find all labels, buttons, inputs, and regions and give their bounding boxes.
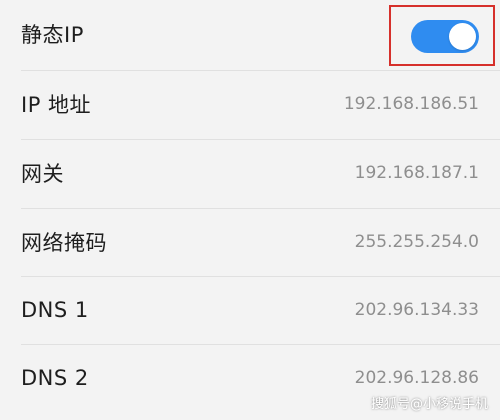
- ip-address-label: IP 地址: [21, 93, 92, 117]
- netmask-value[interactable]: 255.255.254.0: [355, 232, 479, 252]
- dns1-label: DNS 1: [21, 298, 89, 322]
- dns2-value[interactable]: 202.96.128.86: [355, 368, 479, 388]
- static-ip-toggle[interactable]: [411, 20, 479, 53]
- gateway-row[interactable]: 网关 192.168.187.1: [0, 139, 500, 207]
- static-ip-settings-screen: 静态IP IP 地址 192.168.186.51 网关 192.168.187…: [0, 0, 500, 420]
- ip-address-value[interactable]: 192.168.186.51: [344, 94, 479, 114]
- netmask-label: 网络掩码: [21, 231, 107, 255]
- dns2-label: DNS 2: [21, 366, 89, 390]
- watermark-text: 搜狐号@小移说手机: [370, 397, 488, 412]
- toggle-knob: [449, 23, 476, 50]
- gateway-value[interactable]: 192.168.187.1: [355, 163, 479, 183]
- static-ip-label: 静态IP: [21, 23, 84, 47]
- netmask-row[interactable]: 网络掩码 255.255.254.0: [0, 208, 500, 276]
- gateway-label: 网关: [21, 162, 64, 186]
- dns1-row[interactable]: DNS 1 202.96.134.33: [0, 276, 500, 344]
- ip-address-row[interactable]: IP 地址 192.168.186.51: [0, 70, 500, 138]
- dns1-value[interactable]: 202.96.134.33: [355, 300, 479, 320]
